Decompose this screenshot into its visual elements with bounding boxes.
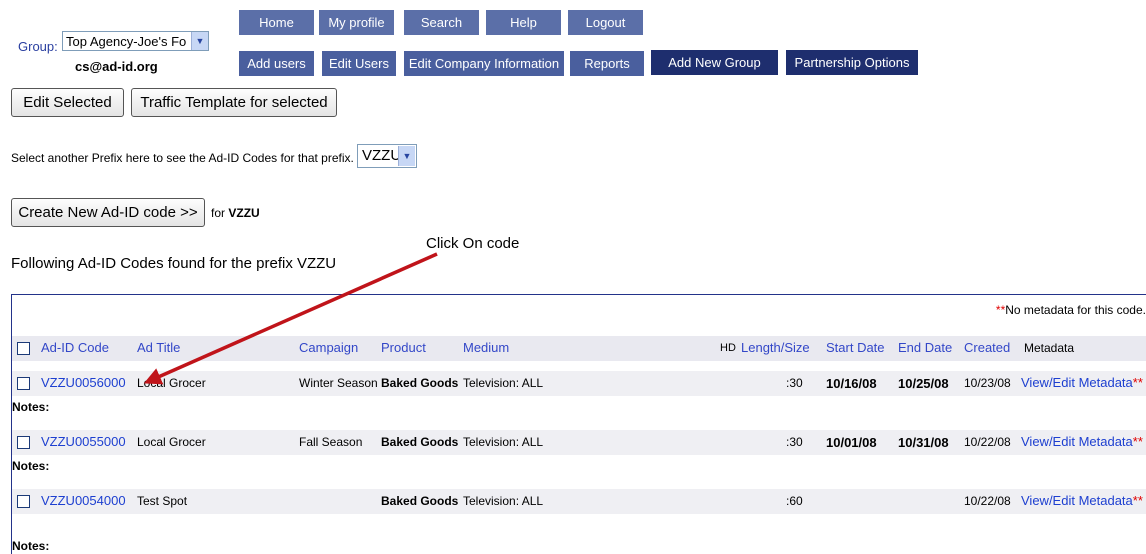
- arrow-line: [143, 252, 438, 385]
- annotation-arrow: [143, 252, 438, 385]
